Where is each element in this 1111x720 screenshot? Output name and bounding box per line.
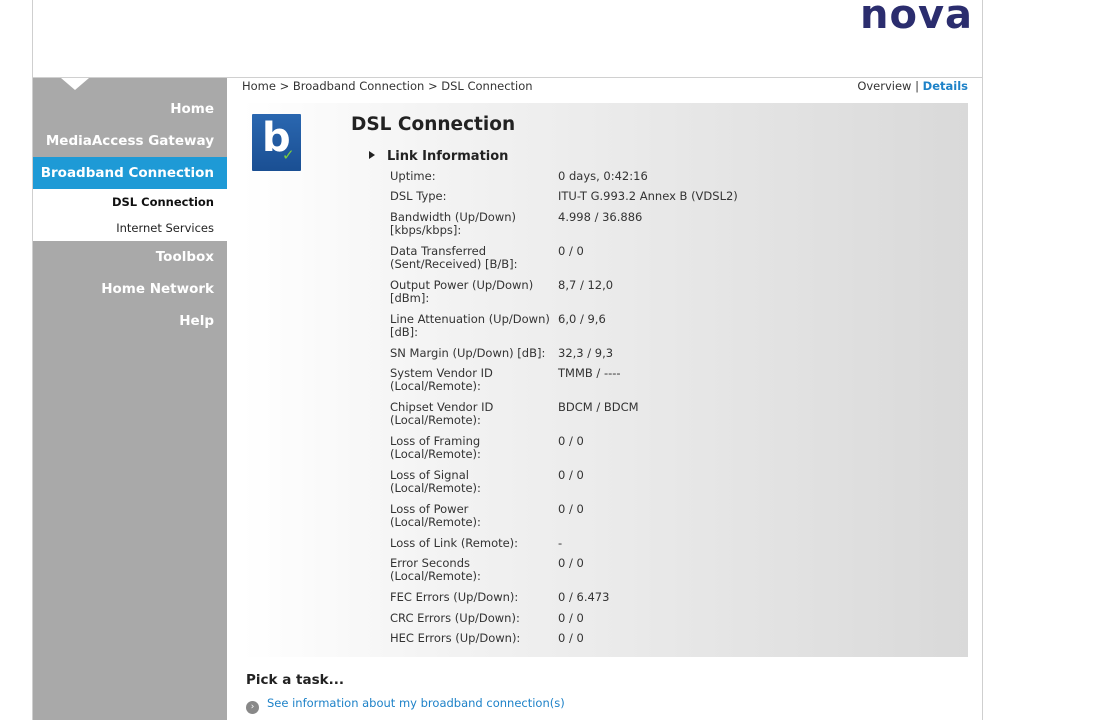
overview-link[interactable]: Overview <box>857 79 911 93</box>
details-link[interactable]: Details <box>923 79 968 93</box>
page-title: DSL Connection <box>351 114 516 135</box>
sidebar-subitem-internet-services[interactable]: Internet Services <box>33 215 227 241</box>
label-line-1: CRC Errors (Up/Down): <box>390 611 520 625</box>
link-information-header[interactable]: Link Information <box>369 149 508 164</box>
label-line-2: (Sent/Received) [B/B]: <box>390 257 518 271</box>
link-info-row: Loss of Link (Remote): - <box>390 537 738 557</box>
link-info-label: System Vendor ID (Local/Remote): <box>390 367 558 401</box>
frame-right-border <box>982 0 983 720</box>
label-line-1: HEC Errors (Up/Down): <box>390 631 521 645</box>
link-info-row: Loss of Framing (Local/Remote): 0 / 0 <box>390 435 738 469</box>
expand-triangle-icon <box>369 151 375 159</box>
link-info-value: 0 / 0 <box>558 502 584 516</box>
link-info-value: BDCM / BDCM <box>558 400 639 414</box>
link-info-row: FEC Errors (Up/Down): 0 / 6.473 <box>390 591 738 612</box>
label-line-2: (Local/Remote): <box>390 447 481 461</box>
link-info-label: SN Margin (Up/Down) [dB]: <box>390 347 558 367</box>
label-line-2: [dB]: <box>390 325 419 339</box>
link-info-value: 0 / 0 <box>558 468 584 482</box>
link-info-value: 0 / 0 <box>558 611 584 625</box>
link-info-label: Chipset Vendor ID (Local/Remote): <box>390 401 558 435</box>
link-info-row: Line Attenuation (Up/Down) [dB]: 6,0 / 9,6 <box>390 313 738 347</box>
link-info-value: ITU-T G.993.2 Annex B (VDSL2) <box>558 189 738 203</box>
link-info-value: 4.998 / 36.886 <box>558 210 643 224</box>
link-info-label: Error Seconds (Local/Remote): <box>390 557 558 591</box>
link-info-label: Loss of Link (Remote): <box>390 537 558 557</box>
link-info-label: DSL Type: <box>390 190 558 211</box>
link-info-value: 0 / 0 <box>558 631 584 645</box>
content-panel: b ✓ DSL Connection Link Information Upti… <box>242 103 968 657</box>
label-line-1: Loss of Link (Remote): <box>390 536 519 550</box>
link-info-row: CRC Errors (Up/Down): 0 / 0 <box>390 612 738 632</box>
link-info-table: Uptime: 0 days, 0:42:16 DSL Type: ITU-T G.9… <box>390 170 738 652</box>
link-info-row: DSL Type: ITU-T G.993.2 Annex B (VDSL2) <box>390 190 738 211</box>
link-info-row: Output Power (Up/Down) [dBm]: 8,7 / 12,0 <box>390 279 738 313</box>
sidebar-notch <box>61 78 89 90</box>
label-line-1: FEC Errors (Up/Down): <box>390 590 519 604</box>
link-info-value: 0 days, 0:42:16 <box>558 169 648 183</box>
sidebar: Home MediaAccess Gateway Broadband Conne… <box>33 78 227 720</box>
label-line-1: Uptime: <box>390 169 436 183</box>
link-info-row: Uptime: 0 days, 0:42:16 <box>390 170 738 190</box>
link-info-label: Output Power (Up/Down) [dBm]: <box>390 279 558 313</box>
task-section-title: Pick a task... <box>246 672 344 688</box>
label-line-2: (Local/Remote): <box>390 515 481 529</box>
link-info-row: Bandwidth (Up/Down) [kbps/kbps]: 4.998 / 3… <box>390 211 738 245</box>
link-info-label: FEC Errors (Up/Down): <box>390 591 558 612</box>
link-info-row: Loss of Power (Local/Remote): 0 / 0 <box>390 503 738 537</box>
brand-logo: nova <box>860 0 974 38</box>
link-info-row: System Vendor ID (Local/Remote): TMMB / --… <box>390 367 738 401</box>
link-info-label: Loss of Power (Local/Remote): <box>390 503 558 537</box>
link-info-row: HEC Errors (Up/Down): 0 / 0 <box>390 632 738 652</box>
view-links-separator: | <box>915 79 919 93</box>
label-line-2: (Local/Remote): <box>390 413 481 427</box>
link-info-value: - <box>558 536 563 550</box>
link-info-value: 6,0 / 9,6 <box>558 312 606 326</box>
link-info-label: Bandwidth (Up/Down) [kbps/kbps]: <box>390 211 558 245</box>
breadcrumb[interactable]: Home > Broadband Connection > DSL Connec… <box>242 79 533 93</box>
sidebar-item-broadband-connection[interactable]: Broadband Connection <box>33 157 227 189</box>
section-title: Link Information <box>387 149 509 164</box>
link-info-value: TMMB / ---- <box>558 366 621 380</box>
sidebar-item-home[interactable]: Home <box>33 93 227 125</box>
link-info-label: HEC Errors (Up/Down): <box>390 632 558 652</box>
sidebar-subitem-dsl-connection[interactable]: DSL Connection <box>33 189 227 215</box>
arrow-right-icon: › <box>246 701 259 714</box>
link-info-row: Loss of Signal (Local/Remote): 0 / 0 <box>390 469 738 503</box>
label-line-1: SN Margin (Up/Down) [dB]: <box>390 346 546 360</box>
label-line-2: [kbps/kbps]: <box>390 223 462 237</box>
link-info-label: Uptime: <box>390 170 558 190</box>
label-line-2: [dBm]: <box>390 291 430 305</box>
link-info-value: 0 / 0 <box>558 434 584 448</box>
link-info-label: Data Transferred (Sent/Received) [B/B]: <box>390 245 558 279</box>
link-info-value: 0 / 6.473 <box>558 590 610 604</box>
sidebar-sublist: DSL Connection Internet Services <box>33 189 227 241</box>
link-info-value: 0 / 0 <box>558 556 584 570</box>
link-info-row: Data Transferred (Sent/Received) [B/B]: 0 … <box>390 245 738 279</box>
link-info-label: Loss of Framing (Local/Remote): <box>390 435 558 469</box>
sidebar-item-mediaaccess-gateway[interactable]: MediaAccess Gateway <box>33 125 227 157</box>
task-link-label: See information about my broadband conne… <box>267 696 565 710</box>
broadband-info-task-link[interactable]: › See information about my broadband conn… <box>246 696 565 714</box>
sidebar-item-toolbox[interactable]: Toolbox <box>33 241 227 273</box>
link-info-label: Line Attenuation (Up/Down) [dB]: <box>390 313 558 347</box>
label-line-2: (Local/Remote): <box>390 379 481 393</box>
sidebar-item-help[interactable]: Help <box>33 305 227 337</box>
label-line-2: (Local/Remote): <box>390 481 481 495</box>
view-links: Overview | Details <box>857 79 968 93</box>
link-info-label: CRC Errors (Up/Down): <box>390 612 558 632</box>
link-info-value: 32,3 / 9,3 <box>558 346 614 360</box>
broadband-badge-icon: b ✓ <box>252 114 301 171</box>
link-info-value: 8,7 / 12,0 <box>558 278 614 292</box>
link-info-row: Error Seconds (Local/Remote): 0 / 0 <box>390 557 738 591</box>
link-info-row: SN Margin (Up/Down) [dB]: 32,3 / 9,3 <box>390 347 738 367</box>
link-info-row: Chipset Vendor ID (Local/Remote): BDCM / B… <box>390 401 738 435</box>
link-info-label: Loss of Signal (Local/Remote): <box>390 469 558 503</box>
link-info-value: 0 / 0 <box>558 244 584 258</box>
label-line-2: (Local/Remote): <box>390 569 481 583</box>
label-line-1: DSL Type: <box>390 189 447 203</box>
sidebar-item-home-network[interactable]: Home Network <box>33 273 227 305</box>
